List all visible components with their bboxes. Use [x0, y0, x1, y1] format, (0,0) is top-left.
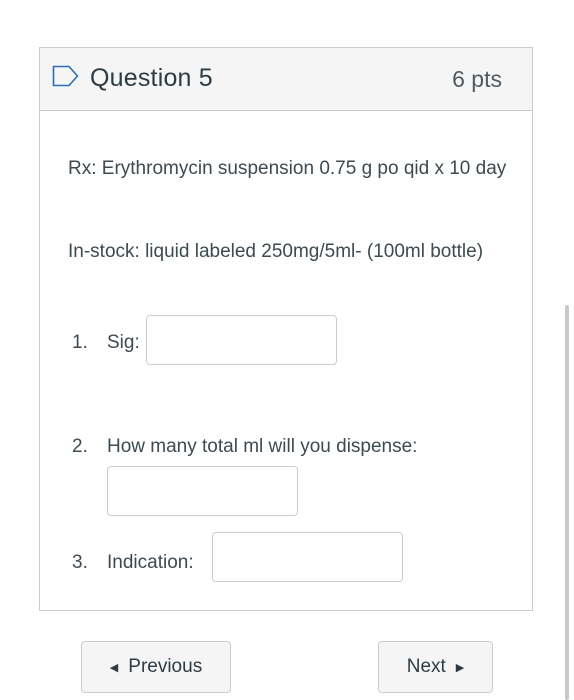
question-card: Question 5 6 pts Rx: Erythromycin suspen… — [39, 47, 533, 611]
question-title: Question 5 — [90, 64, 213, 92]
in-stock-text: In-stock: liquid labeled 250mg/5ml- (100… — [68, 241, 484, 262]
scrollbar[interactable] — [565, 305, 569, 700]
caret-left-icon: ◀ — [109, 661, 119, 674]
item-label: Indication: — [107, 552, 194, 573]
question-points: 6 pts — [452, 66, 502, 92]
list-item: 2. How many total ml will you dispense: — [72, 436, 512, 526]
next-label: Next — [406, 656, 446, 677]
question-header: Question 5 6 pts — [40, 48, 532, 111]
sig-answer-field[interactable] — [146, 315, 337, 365]
total-ml-answer-field[interactable] — [107, 466, 298, 516]
indication-answer-field[interactable] — [212, 532, 403, 582]
item-number: 3. — [72, 552, 88, 573]
item-label: How many total ml will you dispense: — [107, 436, 418, 457]
prescription-text: Rx: Erythromycin suspension 0.75 g po qi… — [68, 158, 507, 179]
item-label: Sig: — [107, 332, 140, 353]
list-item: 3. Indication: — [72, 532, 512, 612]
caret-right-icon: ▶ — [455, 661, 465, 674]
previous-label: Previous — [128, 656, 203, 677]
item-number: 1. — [72, 332, 88, 353]
flag-icon[interactable] — [52, 65, 80, 87]
next-button[interactable]: Next ▶ — [378, 641, 493, 693]
list-item: 1. Sig: — [72, 315, 512, 382]
item-number: 2. — [72, 436, 88, 457]
previous-button[interactable]: ◀ Previous — [81, 641, 231, 693]
